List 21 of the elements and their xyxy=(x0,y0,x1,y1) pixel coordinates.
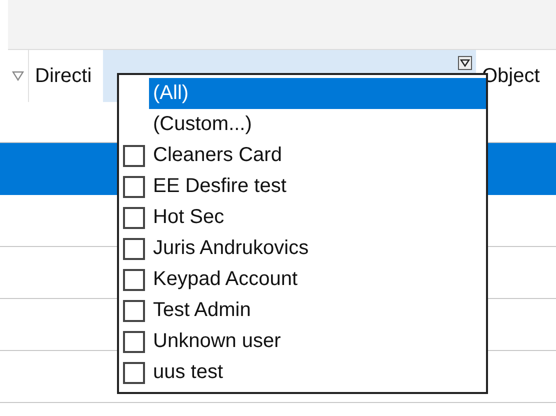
checkbox[interactable] xyxy=(123,330,145,352)
checkbox-label[interactable]: Test Admin xyxy=(153,299,251,322)
checkbox-label[interactable]: Juris Andrukovics xyxy=(153,237,309,260)
checkbox-label[interactable]: Unknown user xyxy=(153,330,281,353)
checkbox[interactable] xyxy=(123,238,145,260)
checkbox[interactable] xyxy=(123,300,145,322)
checkbox-label[interactable]: Cleaners Card xyxy=(153,144,282,167)
checkbox[interactable] xyxy=(123,144,145,166)
checkbox[interactable] xyxy=(123,176,145,198)
checkbox-label[interactable]: Keypad Account xyxy=(153,268,298,291)
checkbox[interactable] xyxy=(123,362,145,384)
checkbox[interactable] xyxy=(123,268,145,290)
filter-button[interactable] xyxy=(458,56,472,70)
checkbox-label[interactable]: uus test xyxy=(153,361,224,384)
filter-icon[interactable] xyxy=(12,70,24,82)
dropdown-option[interactable]: (All) xyxy=(149,78,486,109)
checkbox[interactable] xyxy=(123,206,145,228)
checkbox-label[interactable]: Hot Sec xyxy=(153,206,224,229)
checkbox-label[interactable]: EE Desfire test xyxy=(153,175,286,198)
dropdown-option[interactable]: (Custom...) xyxy=(149,109,486,140)
column-header[interactable]: Directi xyxy=(29,50,103,102)
